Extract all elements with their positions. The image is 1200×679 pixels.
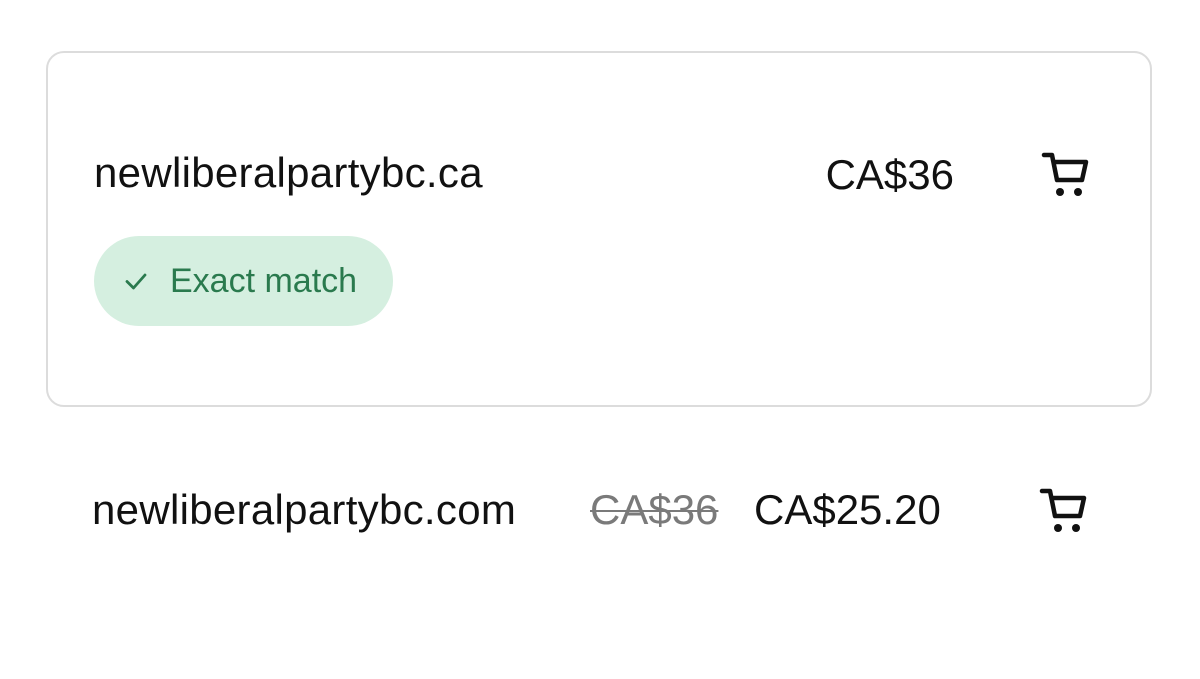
cart-icon[interactable] — [1036, 484, 1090, 538]
cart-icon-graphic — [1041, 152, 1089, 196]
check-icon — [125, 273, 147, 290]
exact-match-result-card[interactable]: newliberalpartybc.ca CA$36 Exact match — [46, 51, 1152, 407]
domain-price: CA$36 — [825, 151, 954, 198]
badge-label: Exact match — [170, 261, 358, 300]
discounted-price: CA$25.20 — [754, 486, 941, 533]
cart-icon-graphic — [1039, 488, 1087, 532]
domain-result-row[interactable]: newliberalpartybc.com CA$36 CA$25.20 — [46, 470, 1152, 610]
domain-name: newliberalpartybc.ca — [94, 149, 483, 196]
domain-name: newliberalpartybc.com — [92, 486, 517, 533]
exact-match-badge: Exact match — [94, 236, 394, 326]
cart-icon[interactable] — [1038, 148, 1092, 202]
original-price: CA$36 — [590, 486, 719, 533]
